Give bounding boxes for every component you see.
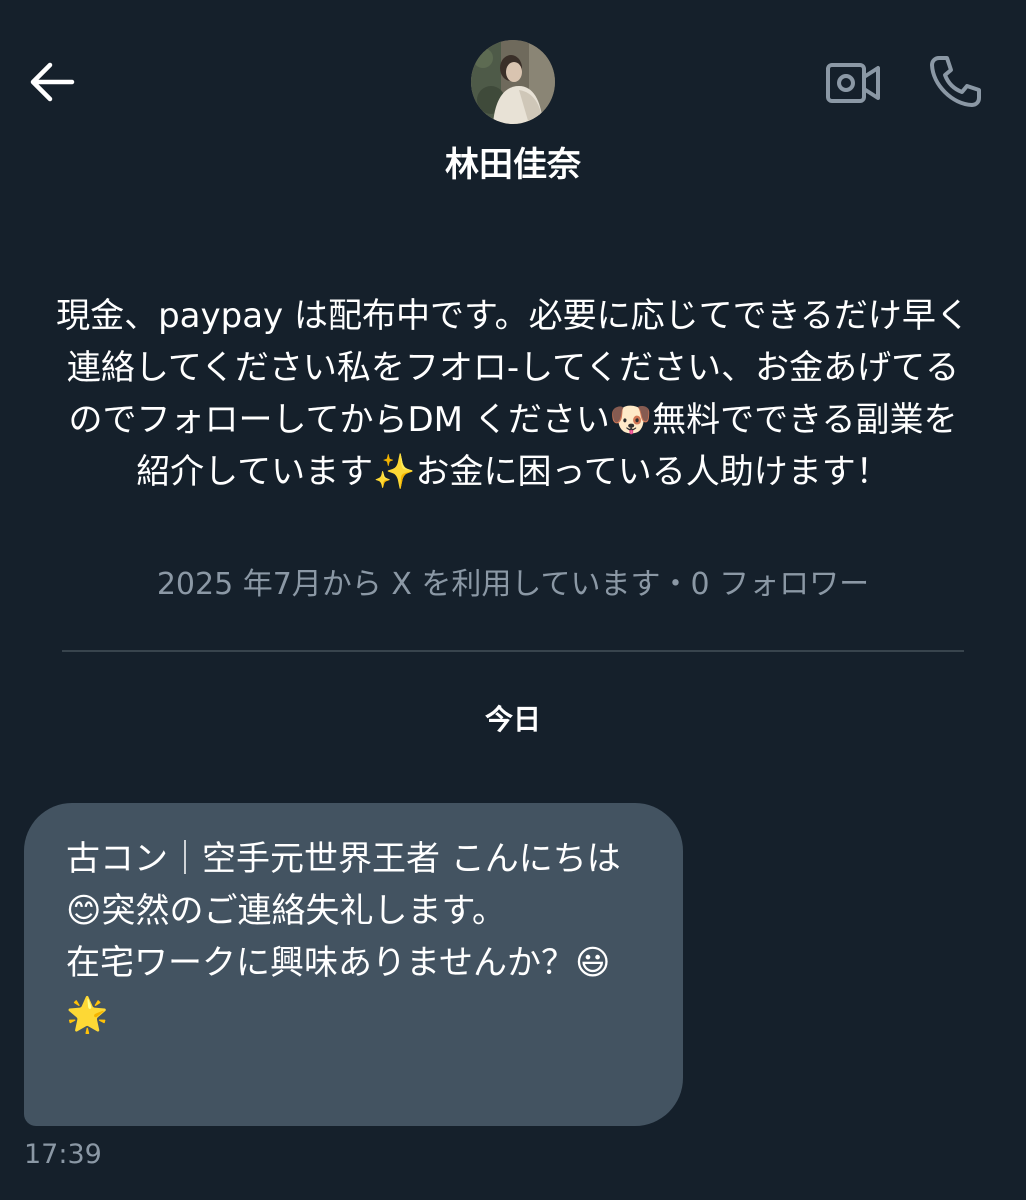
profile-meta: 2025 年7月から X を利用しています・0 フォロワー bbox=[156, 567, 870, 602]
video-call-button[interactable] bbox=[822, 56, 884, 110]
dm-screen: 林田佳奈 現金、paypay は配布中です。必要に応じてできるだけ早く連絡してく… bbox=[0, 0, 1026, 1200]
phone-icon bbox=[930, 56, 981, 107]
voice-call-button[interactable] bbox=[924, 52, 986, 112]
divider bbox=[62, 650, 964, 652]
arrow-left-icon bbox=[30, 62, 75, 102]
message-text: 古コン｜空手元世界王者 こんにちは😊突然のご連絡失礼します。 在宅ワークに興味あ… bbox=[66, 839, 621, 1035]
display-name: 林田佳奈 bbox=[445, 145, 581, 185]
profile-bio: 現金、paypay は配布中です。必要に応じてできるだけ早く連絡してください私を… bbox=[56, 296, 970, 492]
message-bubble[interactable]: 古コン｜空手元世界王者 こんにちは😊突然のご連絡失礼します。 在宅ワークに興味あ… bbox=[24, 803, 683, 1126]
video-camera-icon bbox=[826, 63, 880, 103]
message-timestamp: 17:39 bbox=[24, 1139, 102, 1170]
back-button[interactable] bbox=[26, 58, 78, 106]
date-separator: 今日 bbox=[484, 703, 541, 736]
profile-photo bbox=[471, 40, 555, 124]
avatar[interactable] bbox=[471, 40, 555, 124]
